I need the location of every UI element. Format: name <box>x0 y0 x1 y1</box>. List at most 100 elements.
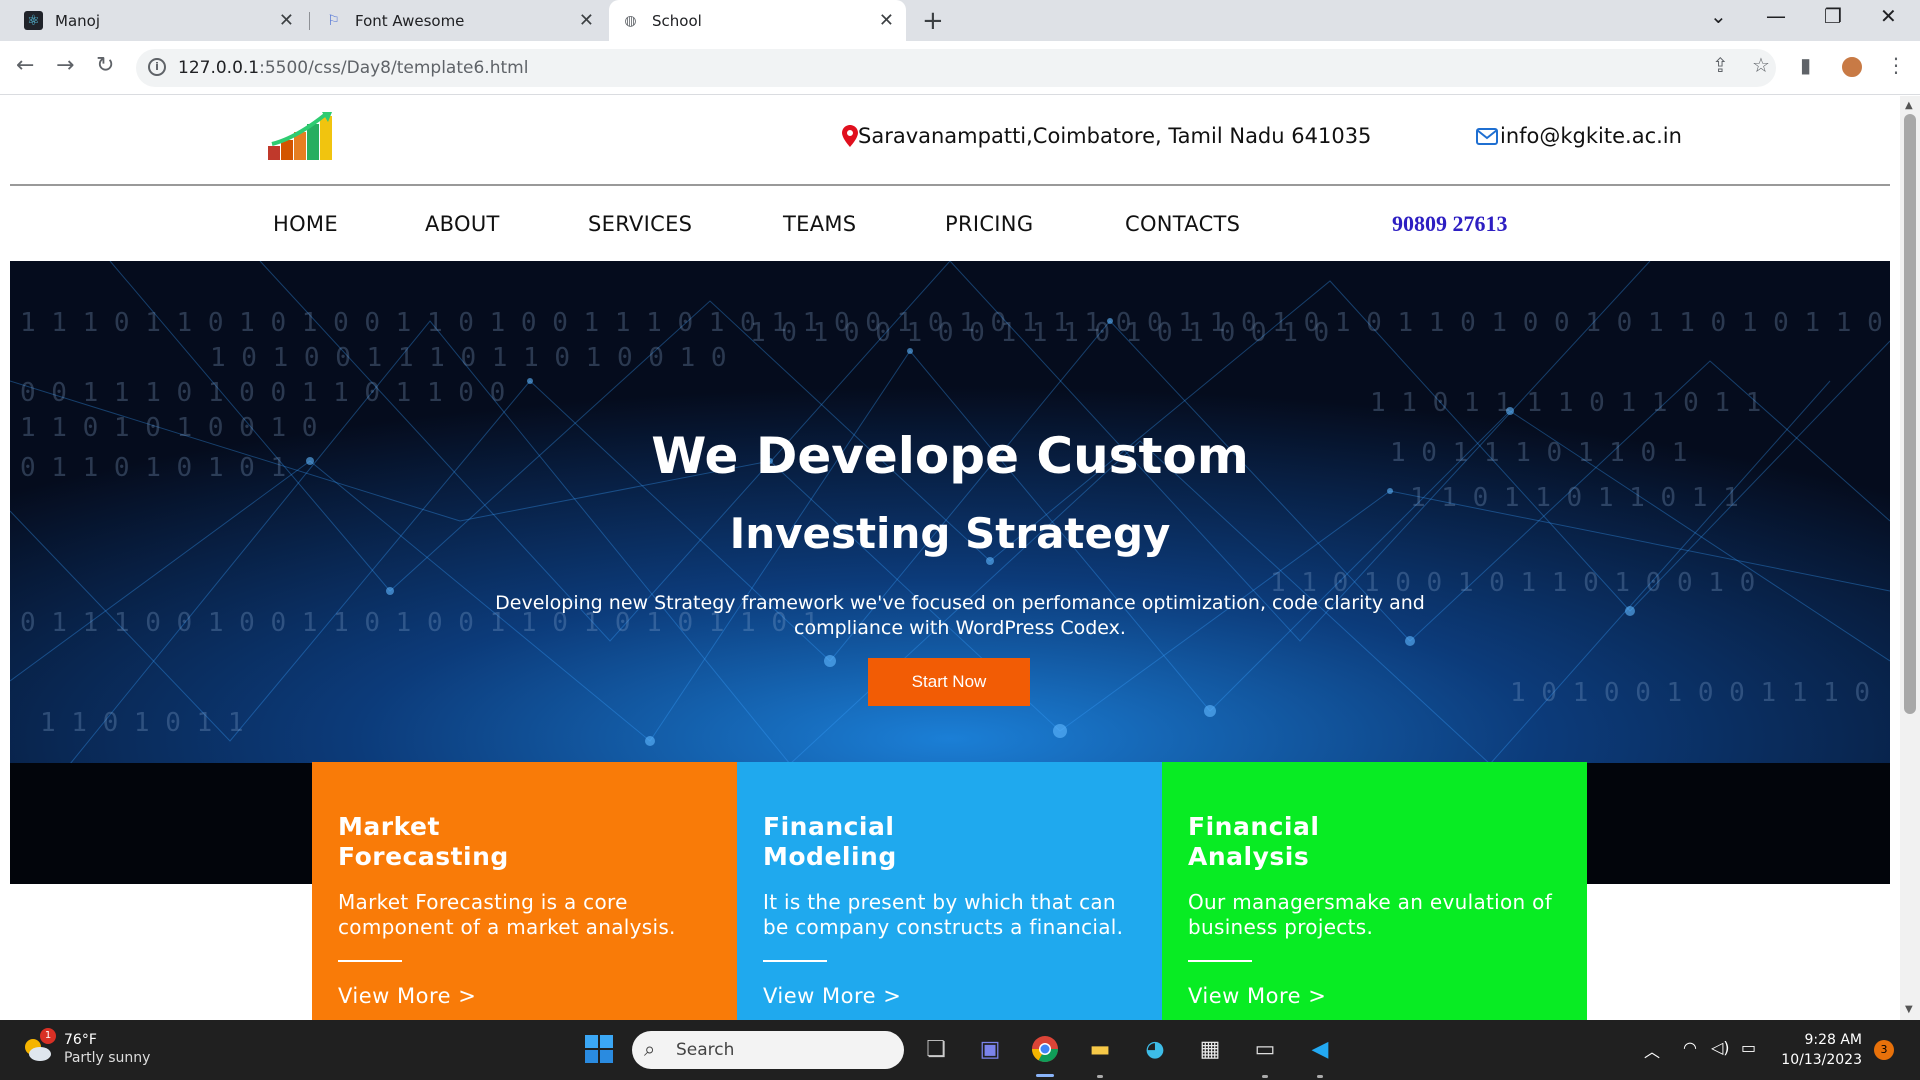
card-divider <box>338 960 402 962</box>
scroll-down-arrow-icon[interactable]: ▼ <box>1905 1004 1913 1015</box>
card-text: It is the present by which that can be c… <box>763 890 1124 939</box>
nav-about[interactable]: ABOUT <box>425 212 500 236</box>
active-app-indicator <box>1036 1074 1054 1077</box>
envelope-icon <box>1476 127 1498 145</box>
notification-badge[interactable]: 3 <box>1874 1040 1894 1060</box>
weather-desc: Partly sunny <box>64 1050 151 1066</box>
close-window-button[interactable]: ✕ <box>1880 4 1897 28</box>
bookmark-star-icon[interactable]: ☆ <box>1752 53 1770 77</box>
address-text: Saravanampatti,Coimbatore, Tamil Nadu 64… <box>858 124 1372 148</box>
globe-icon: ◍ <box>624 12 637 29</box>
tab-manoj[interactable]: ⚛ Manoj ✕ <box>12 0 306 41</box>
view-more-link[interactable]: View More > <box>1188 984 1561 1008</box>
hero-title-line2: Investing Strategy <box>729 509 1171 558</box>
share-icon[interactable]: ⇪ <box>1712 53 1729 77</box>
card-financial-analysis: Financial Analysis Our managersmake an e… <box>1162 762 1587 1020</box>
avatar[interactable] <box>1840 55 1864 79</box>
microsoft-store-icon[interactable]: ▦ <box>1193 1032 1227 1066</box>
tab-title: Font Awesome <box>355 11 465 30</box>
nav-services[interactable]: SERVICES <box>588 212 692 236</box>
svg-text:1 0 1 0 0 1 1 1 0 1 1 0 1 0 0: 1 0 1 0 0 1 1 1 0 1 1 0 1 0 0 1 0 <box>210 343 727 373</box>
tab-title: Manoj <box>55 11 100 30</box>
taskbar-search[interactable]: ⌕ Search <box>632 1031 904 1069</box>
task-view-icon[interactable]: ❏ <box>919 1032 953 1066</box>
nav-pricing[interactable]: PRICING <box>945 212 1033 236</box>
browser-toolbar: ← → ↻ i 127.0.0.1:5500/css/Day8/template… <box>0 41 1920 95</box>
battery-icon[interactable]: ▭ <box>1741 1038 1756 1057</box>
tab-school[interactable]: ◍ School ✕ <box>609 0 906 41</box>
site-info-icon[interactable]: i <box>148 58 166 76</box>
header-address: Saravanampatti,Coimbatore, Tamil Nadu 64… <box>842 124 1371 148</box>
wifi-icon[interactable]: ◠ <box>1683 1038 1697 1057</box>
page-viewport: Saravanampatti,Coimbatore, Tamil Nadu 64… <box>0 96 1900 1020</box>
search-icon: ⌕ <box>644 1037 656 1061</box>
windows-start-icon[interactable] <box>582 1032 616 1066</box>
card-divider <box>763 960 827 962</box>
scrollbar-thumb[interactable] <box>1904 114 1916 714</box>
logo <box>268 112 332 160</box>
hero-title-line1: We Develope Custom <box>651 427 1249 485</box>
header-divider <box>10 184 1890 186</box>
nav-phone[interactable]: 90809 27613 <box>1392 211 1508 237</box>
minimize-button[interactable]: — <box>1766 4 1786 28</box>
close-tab-icon[interactable]: ✕ <box>579 10 594 31</box>
terminal-icon[interactable]: ▭ <box>1248 1032 1282 1066</box>
side-panel-icon[interactable]: ▮ <box>1800 53 1811 77</box>
teams-chat-icon[interactable]: ▣ <box>973 1032 1007 1066</box>
card-title: Financial Analysis <box>1188 812 1320 871</box>
nav-contacts[interactable]: CONTACTS <box>1125 212 1240 236</box>
restore-button[interactable]: ❐ <box>1824 4 1842 28</box>
react-icon: ⚛ <box>24 11 43 30</box>
svg-text:1 1 0 1 0 1 1: 1 1 0 1 0 1 1 <box>40 708 244 738</box>
url-text[interactable]: 127.0.0.1:5500/css/Day8/template6.html <box>178 58 528 78</box>
card-market-forecasting: Market Forecasting Market Forecasting is… <box>312 762 737 1020</box>
new-tab-button[interactable]: + <box>922 6 944 36</box>
page-scrollbar[interactable]: ▲ ▼ <box>1900 96 1920 1020</box>
reload-icon[interactable]: ↻ <box>96 53 114 78</box>
more-menu-icon[interactable]: ⋮ <box>1886 53 1906 77</box>
weather-badge: 1 <box>40 1028 56 1044</box>
tab-title: School <box>652 11 702 30</box>
show-hidden-icons-chevron-icon[interactable]: ︿ <box>1644 1038 1660 1062</box>
card-title: Financial Modeling <box>763 812 897 871</box>
clock-time: 9:28 AM <box>1804 1032 1862 1048</box>
header-email: info@kgkite.ac.in <box>1476 124 1682 148</box>
view-more-link[interactable]: View More > <box>338 984 711 1008</box>
back-icon[interactable]: ← <box>16 53 34 78</box>
file-explorer-icon[interactable]: ▬ <box>1083 1032 1117 1066</box>
svg-text:1 0 1 0 0 1 0 0 1 1 1 0: 1 0 1 0 0 1 0 0 1 1 1 0 <box>1510 678 1870 708</box>
email-text[interactable]: info@kgkite.ac.in <box>1500 124 1682 148</box>
svg-text:0 0 1 1 1 0 1 0 0 1 1 0 1 1 0: 0 0 1 1 1 0 1 0 0 1 1 0 1 1 0 0 <box>20 378 505 408</box>
tab-search-chevron-icon[interactable]: ⌄ <box>1710 4 1727 28</box>
hero-description: Developing new Strategy framework we've … <box>495 592 1425 639</box>
svg-text:1 0 1 0 0 1 0 0 1 1 1 0 1 0 1: 1 0 1 0 0 1 0 0 1 1 1 0 1 0 1 0 0 1 0 <box>750 318 1329 348</box>
nav-teams[interactable]: TEAMS <box>783 212 856 236</box>
card-financial-modeling: Financial Modeling It is the present by … <box>737 762 1162 1020</box>
app-open-indicator <box>1097 1075 1103 1078</box>
card-title: Market Forecasting <box>338 812 509 871</box>
flag-icon: ⚐ <box>327 12 340 29</box>
chrome-icon[interactable] <box>1028 1032 1062 1066</box>
forward-icon[interactable]: → <box>56 53 74 78</box>
browser-tab-bar: ⚛ Manoj ✕ ⚐ Font Awesome ✕ ◍ School ✕ + … <box>0 0 1920 41</box>
address-bar[interactable]: i 127.0.0.1:5500/css/Day8/template6.html <box>136 49 1776 87</box>
start-now-button[interactable]: Start Now <box>868 658 1030 706</box>
card-divider <box>1188 960 1252 962</box>
system-clock[interactable]: 9:28 AM 10/13/2023 <box>1780 1030 1862 1070</box>
card-text: Market Forecasting is a core component o… <box>338 890 676 939</box>
edge-icon[interactable]: ◕ <box>1138 1032 1172 1066</box>
scroll-up-arrow-icon[interactable]: ▲ <box>1905 100 1913 111</box>
app-open-indicator <box>1317 1075 1323 1078</box>
card-text: Our managersmake an evulation of busines… <box>1188 890 1553 939</box>
nav-home[interactable]: HOME <box>273 212 338 236</box>
view-more-link[interactable]: View More > <box>763 984 1136 1008</box>
tab-separator <box>309 12 310 30</box>
tab-font-awesome[interactable]: ⚐ Font Awesome ✕ <box>312 0 606 41</box>
svg-text:1 1 0 1 1 1 1 0 1 1 0 1 1: 1 1 0 1 1 1 1 0 1 1 0 1 1 <box>1370 388 1761 418</box>
volume-icon[interactable]: ◁) <box>1711 1038 1730 1057</box>
vscode-icon[interactable]: ◀ <box>1303 1032 1337 1066</box>
close-tab-icon[interactable]: ✕ <box>879 10 894 31</box>
app-open-indicator <box>1262 1075 1268 1078</box>
close-tab-icon[interactable]: ✕ <box>279 10 294 31</box>
map-marker-icon <box>842 125 858 147</box>
